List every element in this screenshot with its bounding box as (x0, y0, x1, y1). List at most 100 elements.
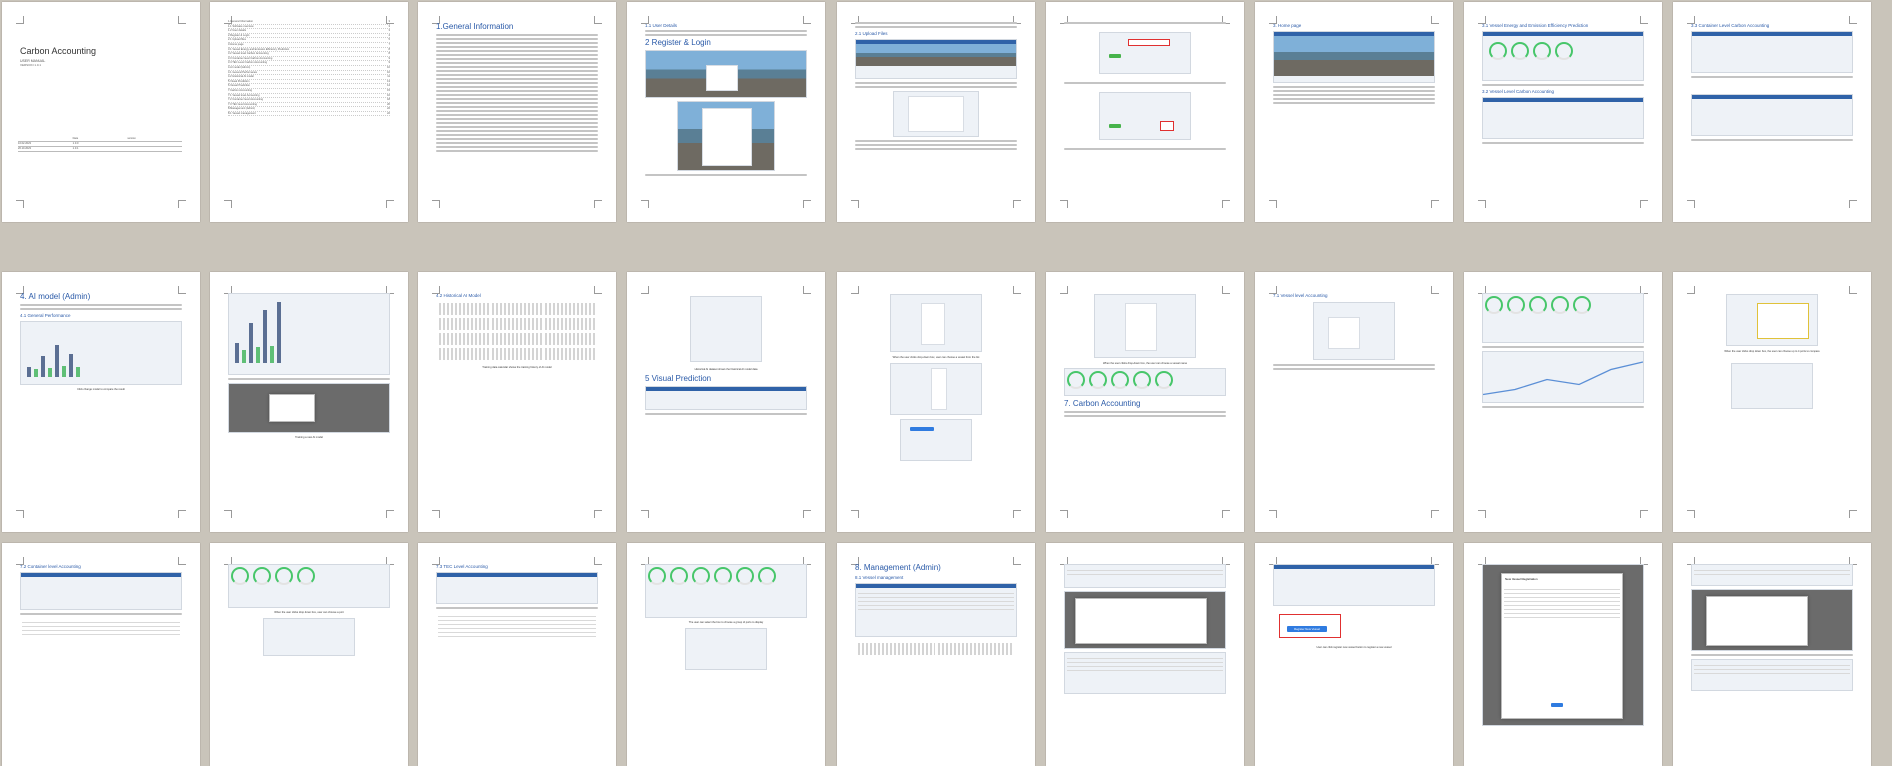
page-12: 4.2 Historical AI Model Training data ca… (418, 272, 616, 532)
toc-entry-page: 4 (388, 33, 390, 37)
page-6 (1046, 2, 1244, 222)
container-level-screenshot (1691, 31, 1853, 73)
toc-entry[interactable]: 8.1 Vessel management 22 (228, 112, 390, 117)
history-header-date: Date (72, 137, 79, 140)
toc-entry-page: 10 (387, 65, 390, 69)
toc-entry-title: 4.AI model (Admin) (228, 65, 251, 69)
gauge-strip (1064, 368, 1226, 396)
page-27 (1673, 543, 1871, 766)
history-header-version: version (127, 137, 136, 140)
training-calendar (436, 300, 598, 363)
caption-register: User can click register new vessel butto… (1316, 646, 1392, 649)
vessel-accounting-dropdown (1313, 302, 1395, 360)
home-screenshot (1273, 31, 1435, 83)
page-8: 3.1 Vessel Energy and Emission Efficienc… (1464, 2, 1662, 222)
toc-entry-page: 13 (387, 79, 390, 83)
table-of-contents: 1.General Information 3 1.1 Software overv… (228, 20, 390, 200)
page-17 (1464, 272, 1662, 532)
page-10-ai-model: 4. AI model (Admin) 4.1 General Performa… (2, 272, 200, 532)
page-21: 7.3 TEC Level Accounting (418, 543, 616, 766)
heading-container: 7.2 Container level Accounting (20, 564, 81, 569)
toc-entry-title: 4.2 Historical AI model (228, 75, 254, 79)
toc-entry-page: 10 (387, 70, 390, 74)
toc-entry-page: 14 (387, 84, 390, 88)
vessel-dropdown-3 (900, 419, 972, 461)
caption-vessel-dropdown: When the user clicks drop-down box, user… (892, 356, 980, 359)
page-23: 8. Management (Admin) 8.1 Vessel managem… (837, 543, 1035, 766)
upload-dialog-screenshot (893, 91, 979, 137)
heading-performance: 4.1 General Performance (20, 313, 71, 318)
page-18: When the user clicks drop down box, the … (1673, 272, 1871, 532)
page-11: Training a new AI model (210, 272, 408, 532)
toc-entry-title: 3.3 Container level Carbon Accounting (228, 56, 273, 60)
toc-entry-page: 8 (388, 47, 390, 51)
page-7-home: 3. Home page (1255, 2, 1453, 222)
visual-prediction-screenshot (645, 386, 807, 410)
history-date: 10.02.2023 (18, 142, 31, 145)
toc-entry-page: 15 (387, 88, 390, 92)
toc-entry-title: 1.General Information (228, 20, 254, 23)
heading-home: 3. Home page (1273, 23, 1302, 28)
toc-entry-page: 22 (387, 107, 390, 111)
model-history-chart (228, 293, 390, 375)
toc-entry-title: 3.4 TEC Level Carbon Accounting (228, 61, 268, 65)
document-version: VERSION 1.0.1 (20, 63, 42, 67)
vessel-level-screenshot (1482, 97, 1644, 139)
calculate-gauges (1482, 293, 1644, 343)
toc-entry-title: 4.1 General Performance (228, 70, 258, 74)
page-14: When the user clicks drop-down box, user… (837, 272, 1035, 532)
tec-gauges (228, 564, 390, 608)
toc-entry-page: 18 (387, 98, 390, 102)
toc-entry-title: 3.2 Vessel level Carbon Accounting (228, 52, 269, 56)
caption-port: When the user clicks drop down box, user… (274, 611, 344, 614)
vessel-name-dropdown (1094, 294, 1196, 358)
page-4: 1.1 User Details 2 Register & Login (627, 2, 825, 222)
toc-entry-page: 7 (388, 42, 390, 46)
tec-chart (263, 618, 355, 656)
heading-container-level: 3.3 Container Level Carbon Accounting (1691, 23, 1770, 28)
page-24 (1046, 543, 1244, 766)
toc-entry-title: 1.2 User details (228, 29, 247, 33)
toc-entry-title: 5.Visual Prediction (228, 79, 250, 83)
heading-ai-admin: 4. AI model (Admin) (20, 292, 91, 301)
vessel-mgmt-list (1064, 652, 1226, 694)
page-13: Historical AI dataset shows the historic… (627, 272, 825, 532)
heading-historical: 4.2 Historical AI Model (436, 293, 481, 298)
history-version: 1.0.1 (72, 147, 79, 150)
prediction-screenshot (1482, 31, 1644, 81)
history-version: 1.0.0 (72, 142, 79, 145)
toc-entry-page: 3 (388, 20, 390, 23)
toc-entry-page: 3 (388, 29, 390, 33)
page-16: 7.1 Vessel level Accounting (1255, 272, 1453, 532)
page-26: New Vessel Registration (1464, 543, 1662, 766)
toc-entry-title: 8.1 Vessel management (228, 111, 256, 115)
tec-table (436, 611, 598, 639)
vessel-table-bottom (1691, 659, 1853, 691)
toc-entry-title: 6.Vessel Prediction (228, 84, 251, 88)
toc-entry-title: 1.1 Software overview (228, 24, 254, 28)
tec-screenshot (436, 572, 598, 604)
toc-entry-page: 20 (387, 102, 390, 106)
toc-entry-title: 7.Carbon Accounting (228, 88, 253, 92)
page-19: 7.2 Container level Accounting (2, 543, 200, 766)
heading-carbon: 7. Carbon Accounting (1064, 399, 1141, 408)
heading-management: 8. Management (Admin) (855, 563, 941, 572)
heading-vessel-accounting: 7.1 Vessel level Accounting (1273, 293, 1328, 298)
register-button[interactable] (1551, 703, 1563, 707)
toc-entry-page: 8 (388, 52, 390, 56)
group-chart (685, 628, 767, 670)
vessel-detail-modal (1064, 591, 1226, 649)
caption-calendar: Training data calendar shows the trainin… (482, 366, 552, 369)
port-dropdown (1726, 294, 1818, 346)
historical-dataset (690, 296, 762, 362)
line-chart (1482, 351, 1644, 403)
management-calendar (855, 640, 1017, 658)
new-vessel-title: New Vessel Registration (1505, 577, 1538, 581)
upload-form (1099, 32, 1191, 74)
register-new-vessel-button[interactable]: Register New Vessel (1279, 614, 1341, 638)
container-screenshot (20, 572, 182, 610)
page-1-cover: Carbon Accounting USER MANUAL VERSION 1.… (2, 2, 200, 222)
toc-entry-page: 3 (388, 24, 390, 28)
register-new-vessel-label: Register New Vessel (1287, 626, 1327, 632)
performance-chart (20, 321, 182, 385)
